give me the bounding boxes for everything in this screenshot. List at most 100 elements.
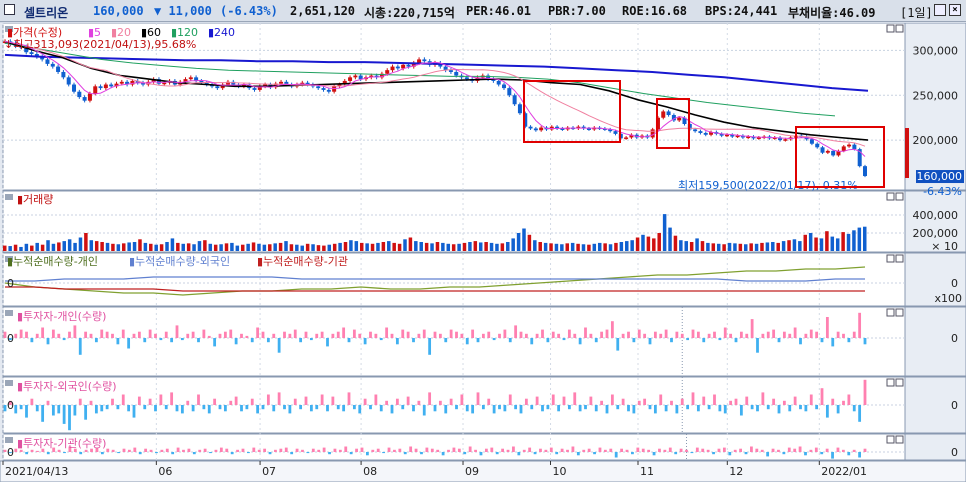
panel-minimize-icon[interactable] (886, 435, 895, 444)
panel-minimize-icon[interactable] (886, 308, 895, 317)
investor-bar (116, 338, 120, 345)
investor-bar (117, 452, 120, 454)
investor-bar (722, 447, 726, 452)
investor-bar (637, 400, 641, 405)
investor-bar (589, 333, 593, 338)
panel-close-icon[interactable] (895, 435, 904, 444)
net-buy-legend-1: ▮누적순매수량-외국인 (129, 255, 230, 268)
investor-bar (616, 338, 620, 351)
volume-bar (695, 238, 699, 251)
investor-bar (338, 449, 342, 452)
volume-bar (511, 238, 515, 251)
stock-name[interactable]: 셀트리온 (24, 4, 68, 21)
investor-bar (326, 405, 329, 412)
volume-title: ▮거래량 (17, 193, 53, 206)
volume-bar (154, 244, 158, 251)
panel-close-icon[interactable] (895, 308, 904, 317)
panel-menu-icon[interactable] (5, 194, 13, 200)
investor-bar (198, 449, 202, 452)
investor-bar (815, 405, 819, 410)
volume-bar (722, 244, 726, 251)
investor-bar (19, 329, 23, 338)
panel-close-icon[interactable] (895, 24, 904, 33)
investor-bar (804, 333, 808, 338)
investor-bar (562, 396, 566, 405)
panel-minimize-icon[interactable] (886, 24, 895, 33)
investor-bar (132, 405, 136, 418)
investor-bar (46, 452, 50, 455)
panel-close-icon[interactable] (895, 192, 904, 201)
investor-bar (19, 405, 23, 410)
panel-menu-icon[interactable] (5, 380, 13, 386)
candle (321, 88, 326, 90)
volume-bar (240, 244, 245, 251)
investor-bar (358, 405, 362, 414)
investor-bar (214, 449, 218, 452)
candle (624, 137, 629, 139)
volume-bar (603, 243, 607, 251)
investor-bar (376, 448, 380, 452)
period-selector[interactable]: [1일] (900, 4, 933, 21)
investor-bar (186, 333, 190, 338)
volume-bar (149, 243, 153, 251)
investor-bar (149, 449, 153, 452)
investor-bar (207, 335, 211, 338)
volume-bar (570, 242, 575, 251)
investor-bar (127, 338, 131, 349)
investor-bar (544, 449, 548, 452)
investor-bar (401, 405, 405, 410)
volume-bar (170, 238, 175, 251)
net-buy-tick-label: 0 (951, 277, 958, 290)
low-annotation: 최저159,500(2022/01/17), 0.31% (678, 179, 858, 192)
investor-bar (257, 449, 261, 452)
panel-minimize-icon[interactable] (886, 254, 895, 263)
candle (666, 111, 671, 116)
panel-menu-icon[interactable] (5, 310, 13, 316)
investor-bar (230, 452, 234, 455)
panel-minimize-icon[interactable] (886, 378, 895, 387)
checkbox-icon[interactable] (4, 4, 15, 15)
restore-icon[interactable] (934, 4, 946, 16)
investor-bar (524, 398, 528, 405)
volume-bar (630, 240, 634, 251)
volume-bar (662, 214, 667, 251)
investor-bar (148, 329, 152, 338)
investor-bar (636, 447, 640, 452)
volume-bar (84, 233, 88, 251)
candle (512, 95, 517, 105)
investor-bar (68, 405, 71, 431)
investor-bar (94, 338, 98, 343)
investor-bar (799, 405, 802, 410)
investor-bar (487, 398, 491, 405)
investor-bar (519, 405, 523, 414)
panel-close-icon[interactable] (895, 378, 904, 387)
candle (448, 70, 453, 72)
net-buy-legend-0: ▮누적순매수량-개인 (7, 255, 98, 268)
volume-bar (587, 244, 591, 251)
net-buy-left-tick: 0 (7, 277, 14, 290)
investor-bar (852, 449, 856, 452)
close-icon[interactable]: × (949, 4, 961, 16)
volume-bar (387, 241, 391, 251)
investor-bar (57, 333, 61, 338)
investor-bar (272, 405, 276, 412)
investor-bar (274, 449, 277, 452)
investor-bar (106, 448, 110, 452)
panel-close-icon[interactable] (895, 254, 904, 263)
investor-bar (111, 398, 114, 405)
volume-bar (478, 242, 483, 251)
investor-bar (315, 333, 319, 338)
investor-bar (447, 449, 450, 452)
investor-bar (471, 405, 475, 414)
investor-bar (610, 321, 614, 338)
investor-bar (498, 405, 501, 410)
investor-bar (299, 338, 303, 343)
investor-bar (360, 447, 364, 452)
panel-minimize-icon[interactable] (886, 192, 895, 201)
panel-menu-icon[interactable] (5, 437, 13, 443)
investor-bar (401, 329, 405, 338)
investor-bar (414, 448, 418, 452)
candle (77, 91, 82, 98)
investor-bar (420, 452, 423, 455)
investor-bar (621, 333, 625, 338)
